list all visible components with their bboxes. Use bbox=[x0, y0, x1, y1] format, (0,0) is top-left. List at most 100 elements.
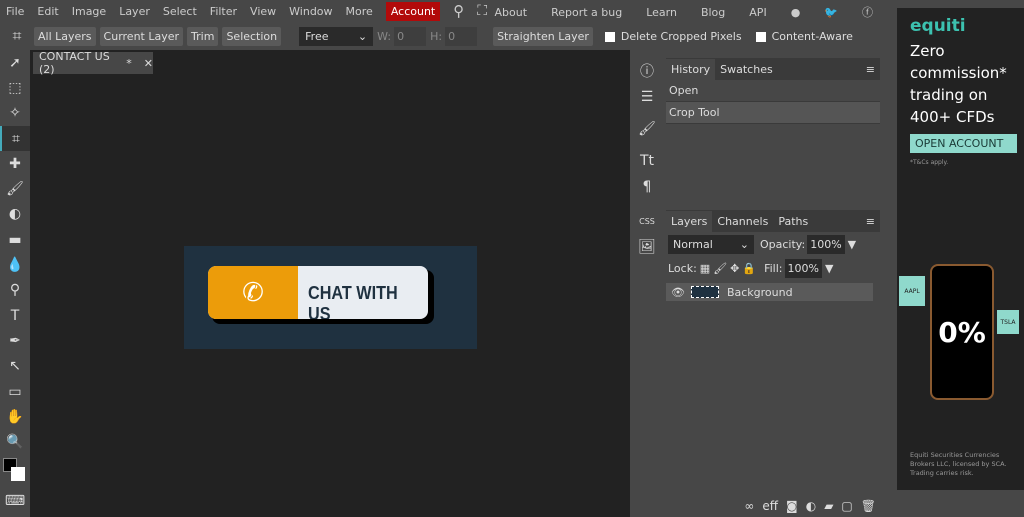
dodge-tool-icon[interactable]: ⚲ bbox=[0, 278, 30, 303]
menu-edit[interactable]: Edit bbox=[37, 5, 58, 18]
magic-wand-tool-icon[interactable]: ✧ bbox=[0, 101, 30, 126]
brush-settings-icon[interactable]: 🖌 bbox=[632, 116, 662, 142]
delete-cropped-checkbox[interactable]: Delete Cropped Pixels bbox=[604, 30, 742, 43]
blend-mode-select[interactable]: Normal ⌄ bbox=[668, 235, 754, 254]
fill-input[interactable]: 100% bbox=[784, 259, 822, 278]
info-icon[interactable]: ⓘ bbox=[632, 58, 662, 84]
folder-icon[interactable]: ▰ bbox=[824, 499, 833, 513]
lock-all-icon[interactable]: 🔒 bbox=[742, 262, 756, 275]
toolbar: ➚ ⬚ ✧ ⌗ ✚ 🖌 ◐ ▬ 💧 ⚲ T ✒ ↖ ▭ ✋ 🔍 ⌨ bbox=[0, 50, 30, 517]
ratio-select[interactable]: Free ⌄ bbox=[299, 26, 374, 46]
blur-tool-icon[interactable]: 💧 bbox=[0, 252, 30, 277]
panel-icons: ⓘ ☰ 🖌 Tt ¶ CSS 🖼 bbox=[632, 58, 662, 517]
layer-row[interactable]: 👁 Background bbox=[666, 283, 873, 301]
keyboard-icon[interactable]: ⌨ bbox=[0, 489, 30, 514]
panel-menu-icon[interactable]: ≡ bbox=[861, 59, 880, 80]
height-input[interactable]: 0 bbox=[445, 26, 478, 46]
character-icon[interactable]: Tt bbox=[632, 148, 662, 174]
all-layers-button[interactable]: All Layers bbox=[34, 26, 96, 46]
mask-icon[interactable]: ◙ bbox=[786, 499, 798, 513]
opacity-dropdown-icon[interactable]: ▼ bbox=[848, 238, 856, 251]
history-item-open[interactable]: Open bbox=[666, 80, 880, 102]
tab-layers[interactable]: Layers bbox=[666, 210, 713, 232]
paragraph-icon[interactable]: ¶ bbox=[632, 174, 662, 200]
move-tool-icon[interactable]: ➚ bbox=[0, 50, 30, 75]
menu-bar: File Edit Image Layer Select Filter View… bbox=[0, 0, 895, 22]
link-api[interactable]: API bbox=[749, 6, 766, 19]
image-icon[interactable]: 🖼 bbox=[632, 234, 662, 260]
menu-image[interactable]: Image bbox=[72, 5, 106, 18]
menu-more[interactable]: More bbox=[346, 5, 373, 18]
marquee-tool-icon[interactable]: ⬚ bbox=[0, 75, 30, 100]
layers-panel: Layers Channels Paths ≡ Normal ⌄ Opacity:… bbox=[666, 210, 880, 517]
chevron-down-icon: ⌄ bbox=[739, 238, 749, 251]
current-layer-button[interactable]: Current Layer bbox=[99, 26, 184, 46]
type-tool-icon[interactable]: T bbox=[0, 303, 30, 328]
fill-dropdown-icon[interactable]: ▼ bbox=[825, 262, 833, 275]
modified-indicator: * bbox=[126, 56, 132, 70]
lock-pixels-icon[interactable]: 🖌 bbox=[713, 262, 727, 275]
eye-icon[interactable]: 👁 bbox=[671, 286, 685, 299]
history-item-crop-tool[interactable]: Crop Tool bbox=[666, 102, 880, 124]
effects-icon[interactable]: eff bbox=[762, 499, 778, 513]
tab-swatches[interactable]: Swatches bbox=[715, 59, 778, 80]
menu-file[interactable]: File bbox=[6, 5, 24, 18]
search-icon[interactable]: ⚲ bbox=[453, 2, 464, 20]
brush-tool-icon[interactable]: 🖌 bbox=[0, 176, 30, 201]
blend-mode-value: Normal bbox=[673, 238, 713, 251]
tab-channels[interactable]: Channels bbox=[712, 211, 773, 232]
link-learn[interactable]: Learn bbox=[646, 6, 677, 19]
advertisement[interactable]: equiti Zero commission* trading on 400+ … bbox=[897, 8, 1024, 490]
ad-cta-button[interactable]: OPEN ACCOUNT bbox=[910, 134, 1017, 153]
trim-button[interactable]: Trim bbox=[187, 26, 219, 46]
tab-history[interactable]: History bbox=[666, 58, 716, 80]
lock-transparency-icon[interactable]: ▦ bbox=[700, 262, 710, 275]
ad-headline: Zero commission* trading on 400+ CFDs bbox=[910, 42, 1007, 126]
layers-footer: ∞ eff ◙ ◐ ▰ ▢ 🗑 bbox=[744, 499, 876, 513]
ad-terms: *T&Cs apply. bbox=[910, 159, 949, 166]
account-button[interactable]: Account bbox=[385, 1, 441, 21]
zoom-tool-icon[interactable]: 🔍 bbox=[0, 429, 30, 454]
css-icon[interactable]: CSS bbox=[632, 208, 662, 234]
pen-tool-icon[interactable]: ✒ bbox=[0, 328, 30, 353]
adjustment-layer-icon[interactable]: ◐ bbox=[806, 499, 816, 513]
hand-tool-icon[interactable]: ✋ bbox=[0, 404, 30, 429]
menu-layer[interactable]: Layer bbox=[119, 5, 150, 18]
link-about[interactable]: About bbox=[495, 6, 528, 19]
menu-window[interactable]: Window bbox=[289, 5, 332, 18]
adjustments-icon[interactable]: ☰ bbox=[632, 84, 662, 110]
healing-tool-icon[interactable]: ✚ bbox=[0, 151, 30, 176]
width-input[interactable]: 0 bbox=[394, 26, 427, 46]
color-swatches[interactable] bbox=[0, 455, 30, 489]
close-icon[interactable]: ✕ bbox=[144, 57, 153, 70]
menu-select[interactable]: Select bbox=[163, 5, 197, 18]
trash-icon[interactable]: 🗑 bbox=[861, 499, 876, 513]
checkbox[interactable] bbox=[755, 31, 766, 42]
gradient-tool-icon[interactable]: ▬ bbox=[0, 227, 30, 252]
crop-tool-icon: ⌗ bbox=[12, 26, 22, 45]
panel-menu-icon[interactable]: ≡ bbox=[861, 211, 880, 232]
twitter-icon[interactable]: 🐦 bbox=[824, 6, 838, 19]
eraser-tool-icon[interactable]: ◐ bbox=[0, 202, 30, 227]
link-icon[interactable]: ∞ bbox=[744, 499, 754, 513]
link-blog[interactable]: Blog bbox=[701, 6, 725, 19]
reddit-icon[interactable]: ● bbox=[791, 6, 801, 19]
selection-button[interactable]: Selection bbox=[222, 26, 282, 46]
menu-view[interactable]: View bbox=[250, 5, 276, 18]
lock-position-icon[interactable]: ✥ bbox=[730, 262, 739, 275]
new-layer-icon[interactable]: ▢ bbox=[841, 499, 852, 513]
canvas-image[interactable]: ✆ CHAT WITH US bbox=[184, 246, 477, 349]
path-select-tool-icon[interactable]: ↖ bbox=[0, 354, 30, 379]
facebook-icon[interactable]: ⓕ bbox=[862, 4, 873, 20]
menu-filter[interactable]: Filter bbox=[210, 5, 237, 18]
straighten-layer-button[interactable]: Straighten Layer bbox=[493, 26, 593, 46]
document-tab[interactable]: CONTACT US (2) * ✕ bbox=[33, 50, 153, 76]
opacity-input[interactable]: 100% bbox=[807, 235, 845, 254]
shape-tool-icon[interactable]: ▭ bbox=[0, 379, 30, 404]
link-report-bug[interactable]: Report a bug bbox=[551, 6, 622, 19]
checkbox[interactable] bbox=[604, 31, 615, 42]
tab-paths[interactable]: Paths bbox=[773, 211, 813, 232]
content-aware-checkbox[interactable]: Content-Aware bbox=[755, 30, 853, 43]
ad-ticker-tsla: TSLA bbox=[997, 310, 1019, 334]
crop-tool-icon[interactable]: ⌗ bbox=[0, 125, 30, 152]
